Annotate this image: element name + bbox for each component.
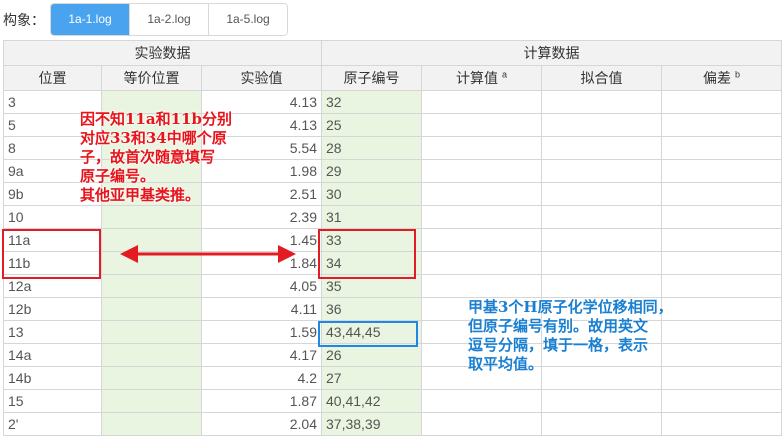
double-arrow-icon (120, 245, 296, 263)
blue-annotation-note: 甲基3个H原子化学位移相同， 但原子编号有别。故用英文 逗号分隔，填于一格，表示… (468, 298, 673, 373)
